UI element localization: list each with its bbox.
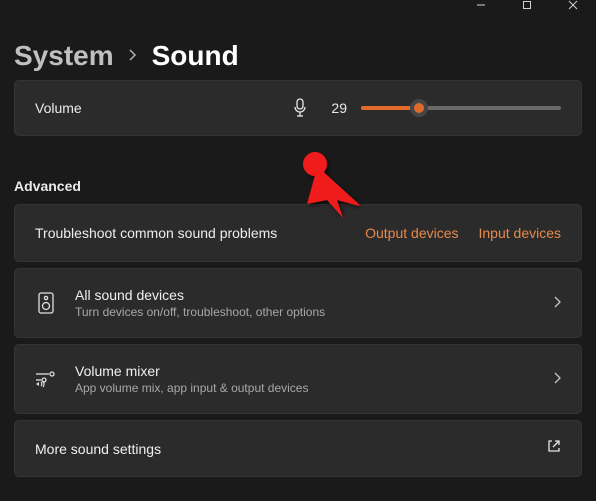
chevron-right-icon xyxy=(553,296,561,311)
chevron-right-icon xyxy=(128,48,138,65)
volume-mixer-row[interactable]: Volume mixer App volume mix, app input &… xyxy=(14,344,582,414)
output-devices-link[interactable]: Output devices xyxy=(365,225,458,241)
troubleshoot-card: Troubleshoot common sound problems Outpu… xyxy=(14,204,582,262)
volume-card: Volume 29 xyxy=(14,80,582,136)
mixer-sub: App volume mix, app input & output devic… xyxy=(75,381,535,395)
mixer-title: Volume mixer xyxy=(75,363,535,379)
troubleshoot-label: Troubleshoot common sound problems xyxy=(35,225,345,241)
more-sound-settings-row[interactable]: More sound settings xyxy=(14,420,582,477)
breadcrumb-parent[interactable]: System xyxy=(14,40,114,72)
microphone-icon[interactable] xyxy=(291,99,309,117)
volume-slider[interactable] xyxy=(361,106,561,110)
chevron-right-icon xyxy=(553,372,561,387)
volume-label: Volume xyxy=(35,100,277,116)
more-title: More sound settings xyxy=(35,441,529,457)
section-header-advanced: Advanced xyxy=(14,142,582,204)
maximize-button[interactable] xyxy=(504,0,550,14)
window-controls xyxy=(458,0,596,14)
mixer-icon xyxy=(35,370,57,388)
input-devices-link[interactable]: Input devices xyxy=(479,225,562,241)
all-sound-devices-row[interactable]: All sound devices Turn devices on/off, t… xyxy=(14,268,582,338)
all-devices-title: All sound devices xyxy=(75,287,535,303)
close-button[interactable] xyxy=(550,0,596,14)
open-external-icon xyxy=(547,439,561,458)
all-devices-sub: Turn devices on/off, troubleshoot, other… xyxy=(75,305,535,319)
slider-thumb[interactable] xyxy=(410,99,428,117)
volume-value: 29 xyxy=(323,100,347,116)
speaker-icon xyxy=(35,292,57,314)
breadcrumb-current: Sound xyxy=(152,40,239,72)
minimize-button[interactable] xyxy=(458,0,504,14)
